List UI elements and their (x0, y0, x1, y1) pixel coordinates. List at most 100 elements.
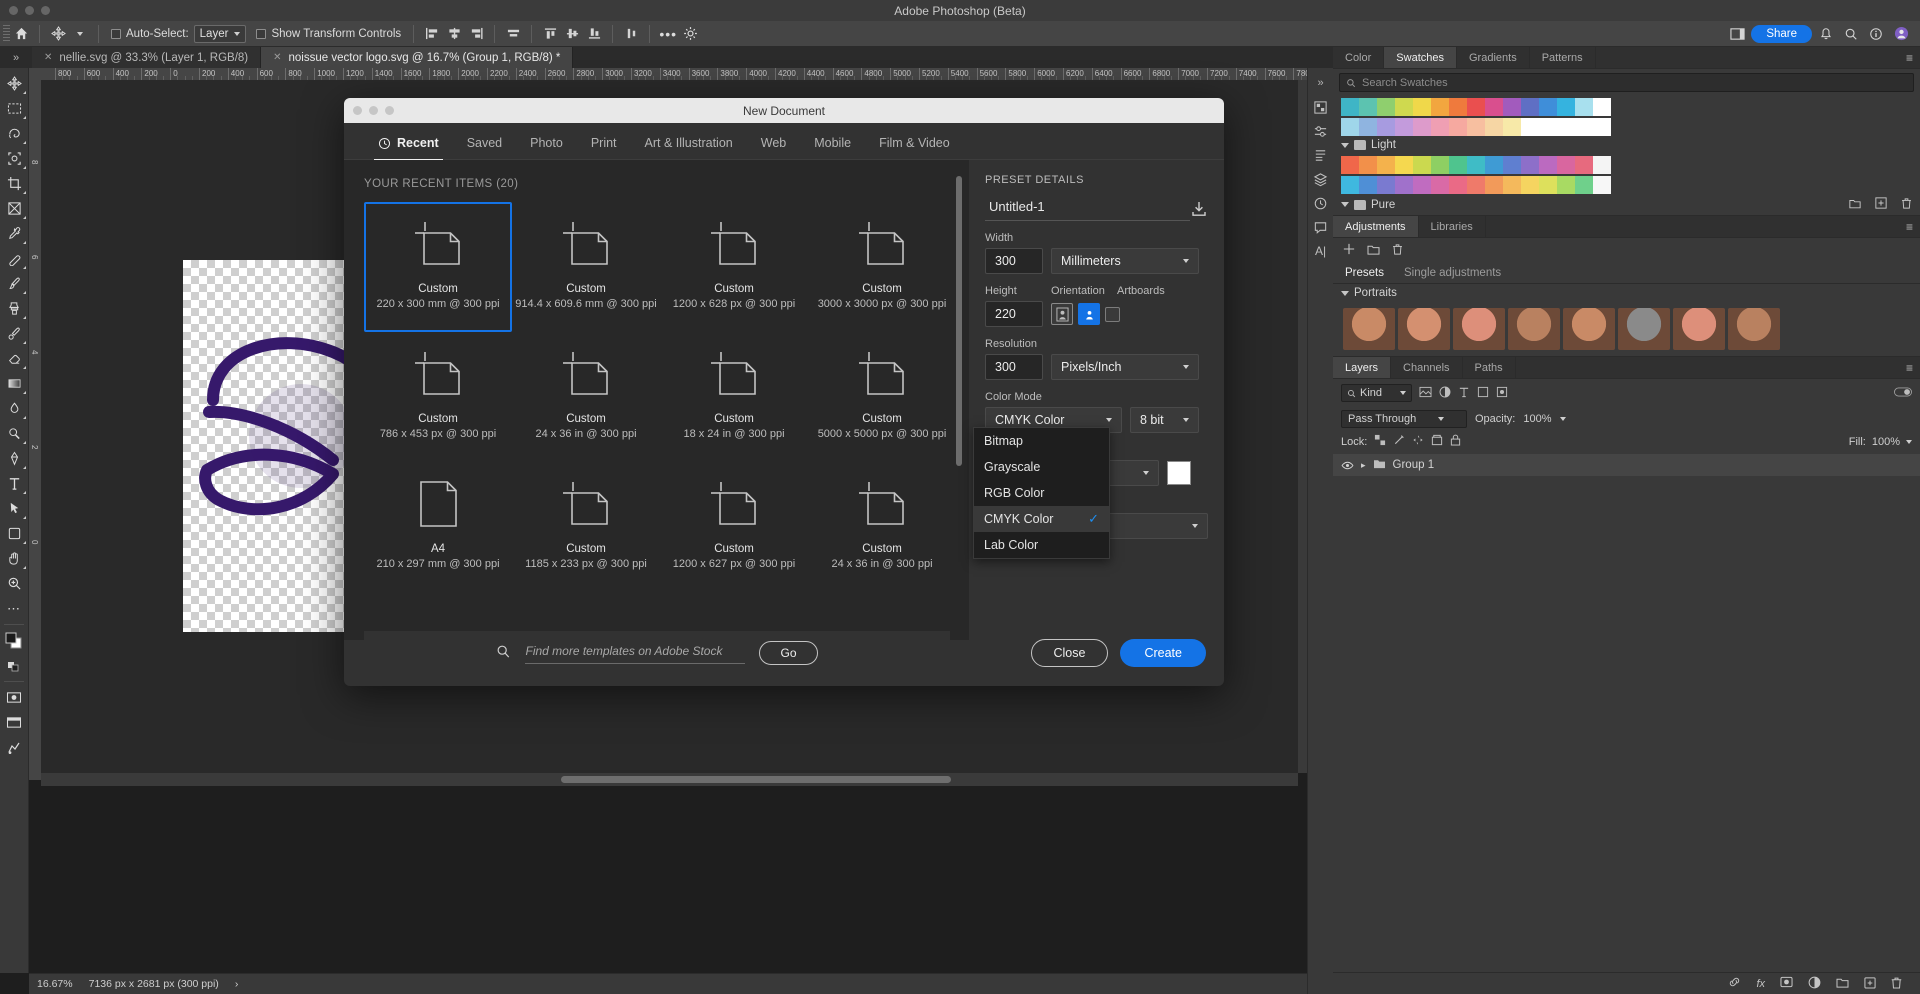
new-adjustment-group-icon[interactable] (1367, 244, 1380, 258)
recent-item[interactable]: Custom 914.4 x 609.6 mm @ 300 ppi (512, 202, 660, 332)
rail-history-icon[interactable] (1310, 192, 1332, 214)
swatch[interactable] (1341, 98, 1359, 116)
more-options-icon[interactable]: ••• (657, 23, 679, 45)
share-button[interactable]: Share (1751, 24, 1812, 43)
swatch-row-light-1[interactable] (1333, 174, 1920, 194)
rail-ai-icon[interactable]: A| (1310, 240, 1332, 262)
search-icon[interactable] (1840, 23, 1862, 45)
settings-gear-icon[interactable] (679, 23, 701, 45)
zoom-level[interactable]: 16.67% (37, 978, 73, 990)
preset-thumbnail[interactable] (1563, 308, 1615, 350)
swatch[interactable] (1557, 156, 1575, 174)
adjustments-group-portraits[interactable]: Portraits (1333, 284, 1920, 302)
swatch[interactable] (1485, 156, 1503, 174)
recent-items-grid[interactable]: Custom 220 x 300 mm @ 300 ppi Custom 914.4 … (364, 202, 969, 592)
recent-item[interactable]: Custom 5000 x 5000 px @ 300 ppi (808, 332, 956, 462)
swatch-group-light[interactable]: Light (1333, 136, 1920, 154)
swatch[interactable] (1395, 176, 1413, 194)
brush-tool[interactable] (1, 271, 28, 296)
swatch[interactable] (1557, 118, 1575, 136)
swatch[interactable] (1503, 118, 1521, 136)
tab-paths[interactable]: Paths (1462, 357, 1516, 378)
swatch[interactable] (1575, 156, 1593, 174)
add-adjustment-icon[interactable] (1343, 243, 1355, 258)
eyedropper-tool[interactable] (1, 221, 28, 246)
quick-mask-toggle[interactable] (1, 685, 28, 710)
swatch[interactable] (1341, 176, 1359, 194)
swatch[interactable] (1503, 98, 1521, 116)
swatch-row-1[interactable] (1333, 116, 1920, 136)
align-center-horizontal-icon[interactable] (443, 23, 465, 45)
auto-select-option[interactable]: Auto-Select: Layer (106, 23, 251, 45)
recent-item[interactable]: Custom 18 x 24 in @ 300 ppi (660, 332, 808, 462)
type-tool[interactable] (1, 471, 28, 496)
swatch[interactable] (1377, 98, 1395, 116)
preset-thumbnail[interactable] (1673, 308, 1725, 350)
more-tools-icon[interactable] (1, 735, 28, 760)
horizontal-ruler[interactable]: 800 600 400 200 0 200 400 600 800 1000 1200 1400 160… (41, 68, 1332, 80)
delete-layer-icon[interactable] (1891, 976, 1902, 992)
filter-type-icon[interactable] (1458, 386, 1470, 401)
lock-position-icon[interactable] (1412, 434, 1424, 449)
move-tool[interactable] (1, 71, 28, 96)
discover-icon[interactable] (1865, 23, 1887, 45)
swatch[interactable] (1359, 176, 1377, 194)
recent-items-scrollbar[interactable] (956, 176, 962, 466)
swatch[interactable] (1467, 98, 1485, 116)
document-name-input[interactable]: Untitled-1 (985, 196, 1190, 221)
tab-adjustments[interactable]: Adjustments (1333, 216, 1419, 237)
rail-paragraph-icon[interactable] (1310, 144, 1332, 166)
layer-filter-kind-dropdown[interactable]: Kind (1341, 384, 1413, 402)
marquee-tool[interactable] (1, 96, 28, 121)
user-avatar-icon[interactable] (1890, 23, 1912, 45)
resolution-unit-dropdown[interactable]: Pixels/Inch (1051, 354, 1199, 380)
swatch[interactable] (1377, 156, 1395, 174)
gradient-tool[interactable] (1, 371, 28, 396)
canvas-horizontal-scrollbar[interactable] (41, 773, 1298, 786)
tab-art-illustration[interactable]: Art & Illustration (631, 127, 747, 159)
swatch[interactable] (1503, 176, 1521, 194)
new-group-icon[interactable] (1836, 977, 1849, 991)
go-button[interactable]: Go (759, 641, 818, 665)
swatch[interactable] (1557, 98, 1575, 116)
swatch[interactable] (1521, 98, 1539, 116)
orientation-portrait-icon[interactable] (1051, 303, 1073, 325)
background-color-swatch[interactable] (1167, 461, 1191, 485)
swatch[interactable] (1593, 176, 1611, 194)
tab-overflow-icon[interactable]: » (0, 47, 32, 68)
swatch[interactable] (1539, 176, 1557, 194)
bit-depth-dropdown[interactable]: 8 bit (1130, 407, 1199, 433)
swatch[interactable] (1449, 156, 1467, 174)
swatch[interactable] (1449, 118, 1467, 136)
swatch[interactable] (1359, 118, 1377, 136)
recent-item[interactable]: Custom 24 x 36 in @ 300 ppi (808, 462, 956, 592)
resolution-input[interactable]: 300 (985, 354, 1043, 380)
swatch[interactable] (1431, 156, 1449, 174)
auto-select-scope-dropdown[interactable]: Layer (193, 24, 247, 43)
preset-thumbnail[interactable] (1398, 308, 1450, 350)
default-colors-icon[interactable] (1, 653, 28, 678)
edit-toolbar-icon[interactable]: ⋯ (1, 596, 28, 621)
swatch[interactable] (1467, 118, 1485, 136)
swatch[interactable] (1557, 176, 1575, 194)
close-icon[interactable]: ✕ (44, 52, 52, 63)
align-right-icon[interactable] (465, 23, 487, 45)
crop-tool[interactable] (1, 171, 28, 196)
tab-film-video[interactable]: Film & Video (865, 127, 964, 159)
swatch-row-light-0[interactable] (1333, 154, 1920, 174)
new-swatch-icon[interactable] (1875, 197, 1887, 212)
width-input[interactable]: 300 (985, 248, 1043, 274)
blend-mode-dropdown[interactable]: Pass Through (1341, 410, 1467, 428)
workspace-icon[interactable] (1726, 23, 1748, 45)
layer-name[interactable]: Group 1 (1393, 459, 1435, 471)
swatch[interactable] (1395, 118, 1413, 136)
subtab-single-adjustments[interactable]: Single adjustments (1404, 267, 1501, 279)
rail-adjustments-icon[interactable] (1310, 120, 1332, 142)
filter-shape-icon[interactable] (1477, 386, 1489, 401)
fx-icon[interactable]: fx (1756, 978, 1765, 990)
swatch[interactable] (1521, 118, 1539, 136)
swatch[interactable] (1449, 176, 1467, 194)
tab-mobile[interactable]: Mobile (800, 127, 865, 159)
tab-web[interactable]: Web (747, 127, 800, 159)
path-selection-tool[interactable] (1, 496, 28, 521)
